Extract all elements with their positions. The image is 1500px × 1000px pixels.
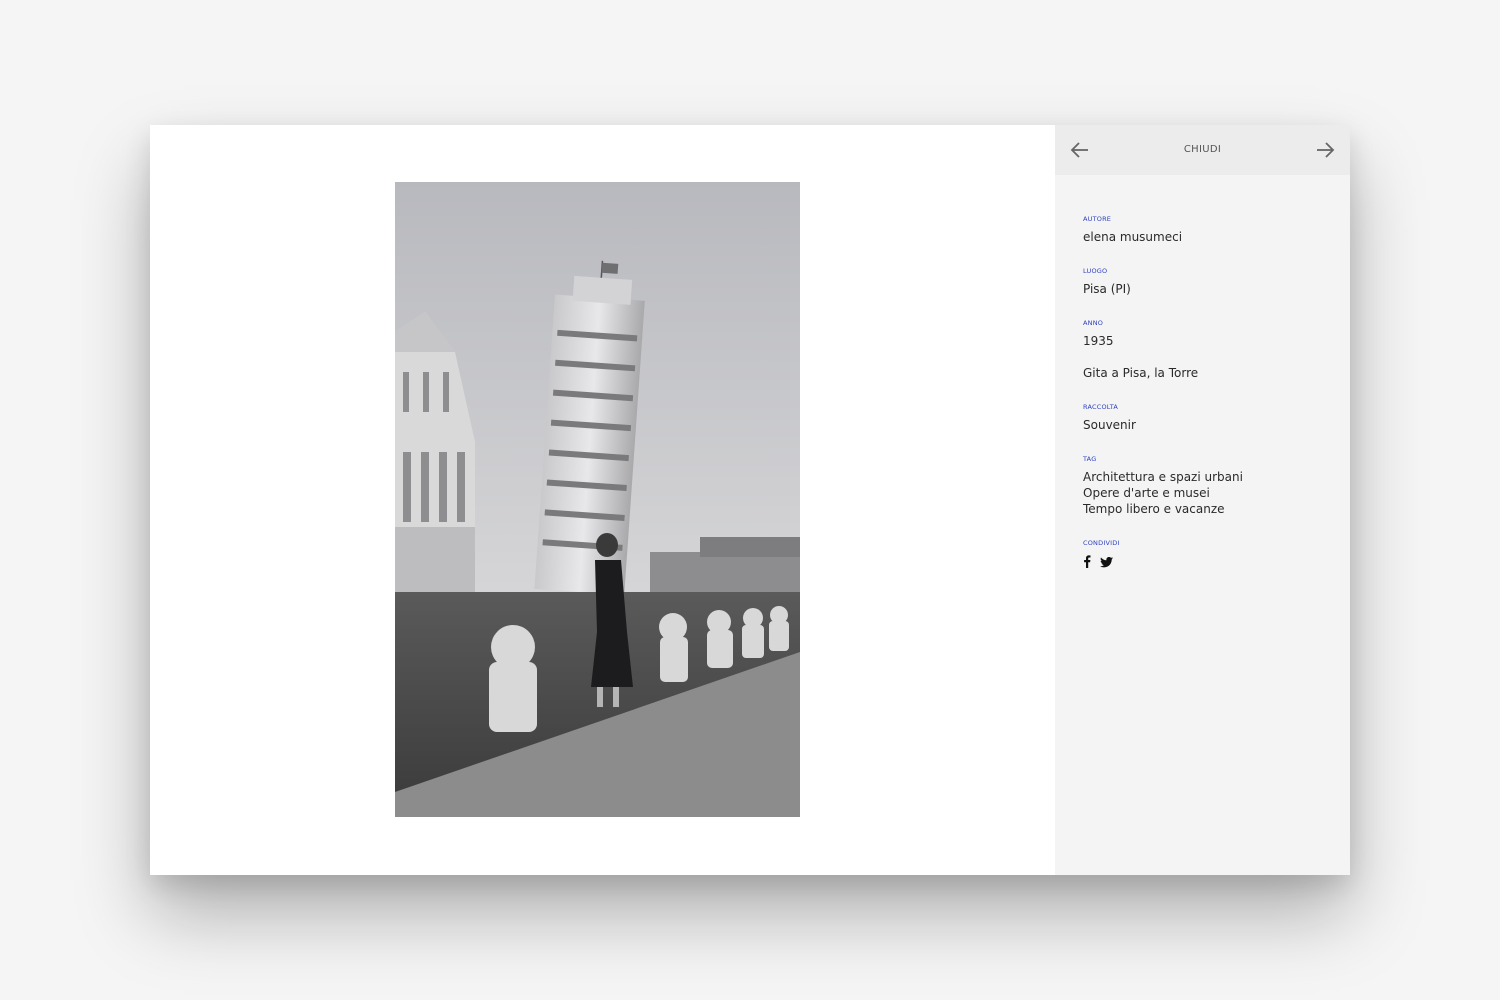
panel-header: CHIUDI [1055, 125, 1350, 175]
photo-metadata: AUTORE elena musumeci LUOGO Pisa (PI) AN… [1083, 215, 1333, 594]
arrow-right-icon[interactable] [1313, 138, 1337, 162]
tags-label: TAG [1083, 455, 1097, 463]
year-label: ANNO [1083, 319, 1104, 327]
share-icons [1083, 553, 1333, 572]
lightbox-window: CHIUDI AUTORE elena musumeci LUOGO Pisa … [150, 125, 1350, 875]
leaning-tower-photo [395, 182, 800, 817]
twitter-icon[interactable] [1100, 553, 1113, 572]
place-value: Pisa (PI) [1083, 282, 1131, 296]
photo-viewer [150, 125, 1055, 875]
title-field: Gita a Pisa, la Torre [1083, 365, 1333, 381]
collection-value[interactable]: Souvenir [1083, 417, 1333, 433]
author-value: elena musumeci [1083, 230, 1183, 244]
photo-title: Gita a Pisa, la Torre [1083, 366, 1199, 380]
year-value: 1935 [1083, 334, 1114, 348]
year-field: ANNO 1935 [1083, 319, 1333, 349]
details-panel: CHIUDI AUTORE elena musumeci LUOGO Pisa … [1055, 125, 1350, 875]
author-field: AUTORE elena musumeci [1083, 215, 1333, 245]
collection-field: RACCOLTA Souvenir [1083, 403, 1333, 433]
collection-label: RACCOLTA [1083, 403, 1119, 411]
tags-field: TAG Architettura e spazi urbani Opere d'… [1083, 455, 1333, 517]
tag-item[interactable]: Architettura e spazi urbani [1083, 469, 1333, 485]
author-label: AUTORE [1083, 215, 1112, 223]
share-field: CONDIVIDI [1083, 539, 1333, 572]
close-button[interactable]: CHIUDI [1055, 144, 1350, 155]
share-label: CONDIVIDI [1083, 539, 1120, 547]
place-label: LUOGO [1083, 267, 1108, 275]
place-field: LUOGO Pisa (PI) [1083, 267, 1333, 297]
archive-photo [395, 182, 800, 817]
facebook-icon[interactable] [1083, 553, 1091, 572]
tag-item[interactable]: Opere d'arte e musei [1083, 485, 1333, 501]
tag-item[interactable]: Tempo libero e vacanze [1083, 501, 1333, 517]
